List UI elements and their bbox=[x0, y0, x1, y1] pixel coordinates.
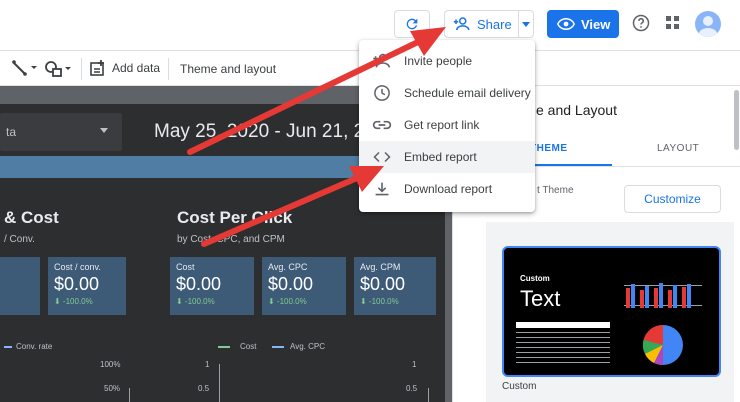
menu-item-label: Schedule email delivery bbox=[404, 86, 531, 100]
toolbar-divider bbox=[168, 58, 169, 80]
axis-tick: 1 bbox=[205, 360, 210, 369]
theme-and-layout-button[interactable]: Theme and layout bbox=[180, 62, 276, 76]
section-title-cpc: Cost Per Click bbox=[177, 208, 293, 227]
scorecard-delta: ⬇ -100.0% bbox=[176, 297, 215, 306]
date-range-label[interactable]: May 25, 2020 - Jun 21, 20 bbox=[154, 121, 375, 143]
caret-down-icon bbox=[522, 21, 530, 27]
eye-icon bbox=[557, 17, 575, 31]
download-icon bbox=[375, 182, 388, 196]
share-menu: Invite people Schedule email delivery Ge… bbox=[359, 40, 535, 212]
legend-conv-rate: Conv. rate bbox=[16, 342, 53, 351]
scorecard-value: $0.00 bbox=[176, 274, 222, 294]
menu-item-schedule-email[interactable]: Schedule email delivery bbox=[359, 77, 535, 109]
scorecard-value: $0.00 bbox=[360, 274, 406, 294]
scorecard-label: Cost / conv. bbox=[54, 262, 101, 272]
legend-avg-cpc: Avg. CPC bbox=[290, 342, 325, 351]
person-add-icon bbox=[453, 17, 470, 31]
scorecard-label: Cost bbox=[176, 262, 195, 272]
view-button[interactable]: View bbox=[547, 10, 619, 38]
tab-theme[interactable]: THEME bbox=[530, 143, 568, 154]
data-source-select-text: ta bbox=[6, 125, 17, 139]
legend-swatch-conv-rate bbox=[4, 346, 12, 348]
theme-card-caption: Custom bbox=[502, 381, 537, 392]
legend-cost: Cost bbox=[240, 342, 257, 351]
user-avatar-icon bbox=[698, 16, 718, 37]
scorecard-delta: ⬇ -100.0% bbox=[360, 297, 399, 306]
refresh-button[interactable] bbox=[394, 10, 430, 38]
view-label: View bbox=[581, 16, 611, 32]
person-add-icon bbox=[372, 53, 390, 68]
menu-item-label: Invite people bbox=[404, 54, 473, 68]
current-theme-label: t Theme bbox=[537, 185, 574, 196]
axis-line bbox=[428, 388, 429, 402]
scorecard-avg-cpm[interactable]: Avg. CPM $0.00 ⬇ -100.0% bbox=[354, 257, 436, 315]
add-data-button[interactable]: Add data bbox=[90, 60, 160, 76]
menu-item-invite-people[interactable]: Invite people bbox=[359, 45, 535, 77]
scorecard-delta: ⬇ -100.0% bbox=[268, 297, 307, 306]
refresh-icon bbox=[406, 18, 418, 30]
schedule-icon bbox=[373, 85, 390, 101]
scorecard-delta: ⬇ -100.0% bbox=[54, 297, 93, 306]
shape-tool-icon[interactable] bbox=[44, 60, 72, 78]
add-data-label: Add data bbox=[112, 61, 161, 75]
axis-tick: 0.5 bbox=[198, 384, 210, 393]
share-label: Share bbox=[477, 16, 512, 32]
menu-item-label: Embed report bbox=[404, 150, 477, 164]
axis-tick: 100% bbox=[100, 360, 121, 369]
customize-button[interactable]: Customize bbox=[624, 185, 721, 213]
panel-title: e and Layout bbox=[536, 102, 617, 118]
share-dropdown-toggle[interactable] bbox=[518, 10, 534, 38]
scorecard-label: Avg. CPC bbox=[268, 262, 308, 272]
code-icon bbox=[372, 151, 391, 163]
scorecard-avg-cpc[interactable]: Avg. CPC $0.00 ⬇ -100.0% bbox=[262, 257, 346, 315]
scorecard-cost[interactable]: Cost $0.00 ⬇ -100.0% bbox=[170, 257, 254, 315]
axis-tick: 1 bbox=[412, 360, 417, 369]
toolbar-divider bbox=[81, 58, 82, 80]
theme-card-custom[interactable]: Custom Text bbox=[502, 246, 721, 377]
menu-item-get-report-link[interactable]: Get report link bbox=[359, 109, 535, 141]
caret-down-icon bbox=[100, 128, 108, 133]
axis-tick: 50% bbox=[104, 384, 121, 393]
scorecard-value: $0.00 bbox=[54, 274, 100, 294]
share-button[interactable]: Share bbox=[444, 10, 518, 38]
line-tool-icon[interactable] bbox=[12, 60, 38, 76]
legend-swatch-cost bbox=[218, 346, 230, 348]
apps-grid-icon[interactable] bbox=[666, 16, 680, 30]
menu-item-download-report[interactable]: Download report bbox=[359, 173, 535, 205]
add-data-icon bbox=[90, 60, 104, 76]
panel-scrollbar[interactable] bbox=[734, 90, 739, 150]
scorecard-label: Avg. CPM bbox=[360, 262, 401, 272]
link-icon bbox=[372, 120, 391, 130]
axis-tick: 0.5 bbox=[406, 384, 418, 393]
scorecard-value: $0.00 bbox=[268, 274, 314, 294]
scorecard-cost-per-conv[interactable]: Cost / conv. $0.00 ⬇ -100.0% bbox=[48, 257, 126, 315]
menu-item-embed-report[interactable]: Embed report bbox=[359, 141, 535, 173]
axis-line bbox=[129, 388, 130, 402]
menu-item-label: Get report link bbox=[404, 118, 480, 132]
axis-line bbox=[219, 364, 220, 402]
help-icon[interactable] bbox=[632, 14, 650, 32]
theme-preview-graphics bbox=[516, 283, 702, 366]
section-subtitle-cost: / Conv. bbox=[4, 234, 35, 245]
scorecard-partial[interactable] bbox=[0, 257, 40, 315]
menu-item-label: Download report bbox=[404, 182, 493, 196]
section-title-cost: & Cost bbox=[4, 208, 59, 227]
section-subtitle-cpc: by Cost, CPC, and CPM bbox=[177, 234, 285, 245]
avatar[interactable] bbox=[695, 11, 721, 37]
tab-layout[interactable]: LAYOUT bbox=[657, 143, 699, 154]
legend-swatch-avg-cpc bbox=[272, 346, 284, 348]
